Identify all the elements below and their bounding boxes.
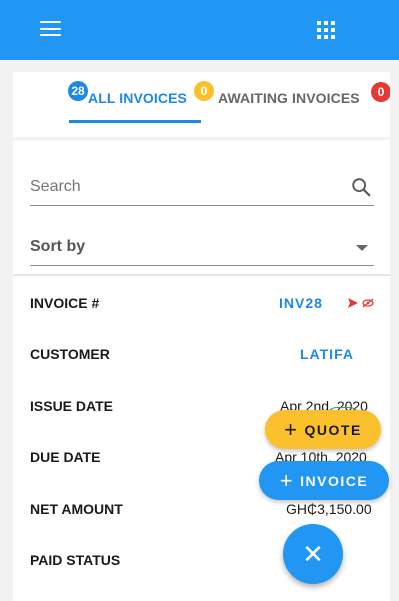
sort-by-label: Sort by <box>30 238 86 255</box>
tab-all-invoices[interactable]: ALL INVOICES <box>88 90 187 106</box>
invoice-number-value[interactable]: INV28 <box>279 295 323 311</box>
customer-label: CUSTOMER <box>30 346 110 362</box>
tab-awaiting-invoices[interactable]: AWAITING INVOICES <box>218 90 360 106</box>
sort-by-dropdown[interactable]: Sort by <box>30 236 374 266</box>
close-icon: ✕ <box>302 539 324 569</box>
plus-icon: + <box>284 416 299 442</box>
third-tab-count-badge[interactable]: 0 <box>371 82 390 102</box>
sent-arrow-icon <box>348 298 358 308</box>
search-field[interactable]: Search <box>30 176 374 206</box>
net-amount-label: NET AMOUNT <box>30 501 123 517</box>
add-invoice-button[interactable]: + INVOICE <box>259 461 389 500</box>
active-tab-indicator <box>69 120 201 123</box>
issue-date-label: ISSUE DATE <box>30 398 113 414</box>
search-icon[interactable] <box>350 176 372 198</box>
app-bar <box>0 0 399 60</box>
plus-icon: + <box>279 467 295 493</box>
close-fab-menu-button[interactable]: ✕ <box>283 524 343 584</box>
add-quote-button[interactable]: + QUOTE <box>265 410 381 449</box>
add-invoice-label: INVOICE <box>300 472 369 489</box>
add-quote-label: QUOTE <box>304 421 362 438</box>
search-input[interactable]: Search <box>30 178 81 196</box>
all-invoices-count-badge: 28 <box>68 81 88 101</box>
grid-apps-icon[interactable] <box>317 21 335 39</box>
customer-value[interactable]: LATIFA <box>300 346 354 362</box>
invoice-tabs: ALL INVOICES 28 AWAITING INVOICES 0 0 <box>13 72 390 137</box>
list-divider <box>13 274 390 276</box>
awaiting-invoices-count-badge: 0 <box>194 81 214 101</box>
hamburger-menu-icon[interactable] <box>40 21 61 38</box>
invoice-status-icons <box>348 298 374 308</box>
caret-down-icon[interactable] <box>356 245 368 251</box>
eye-off-icon <box>362 298 374 308</box>
paid-status-label: PAID STATUS <box>30 552 121 568</box>
net-amount-value: GH₵3,150.00 <box>286 501 372 517</box>
due-date-label: DUE DATE <box>30 449 101 465</box>
invoice-number-label: INVOICE # <box>30 295 100 311</box>
